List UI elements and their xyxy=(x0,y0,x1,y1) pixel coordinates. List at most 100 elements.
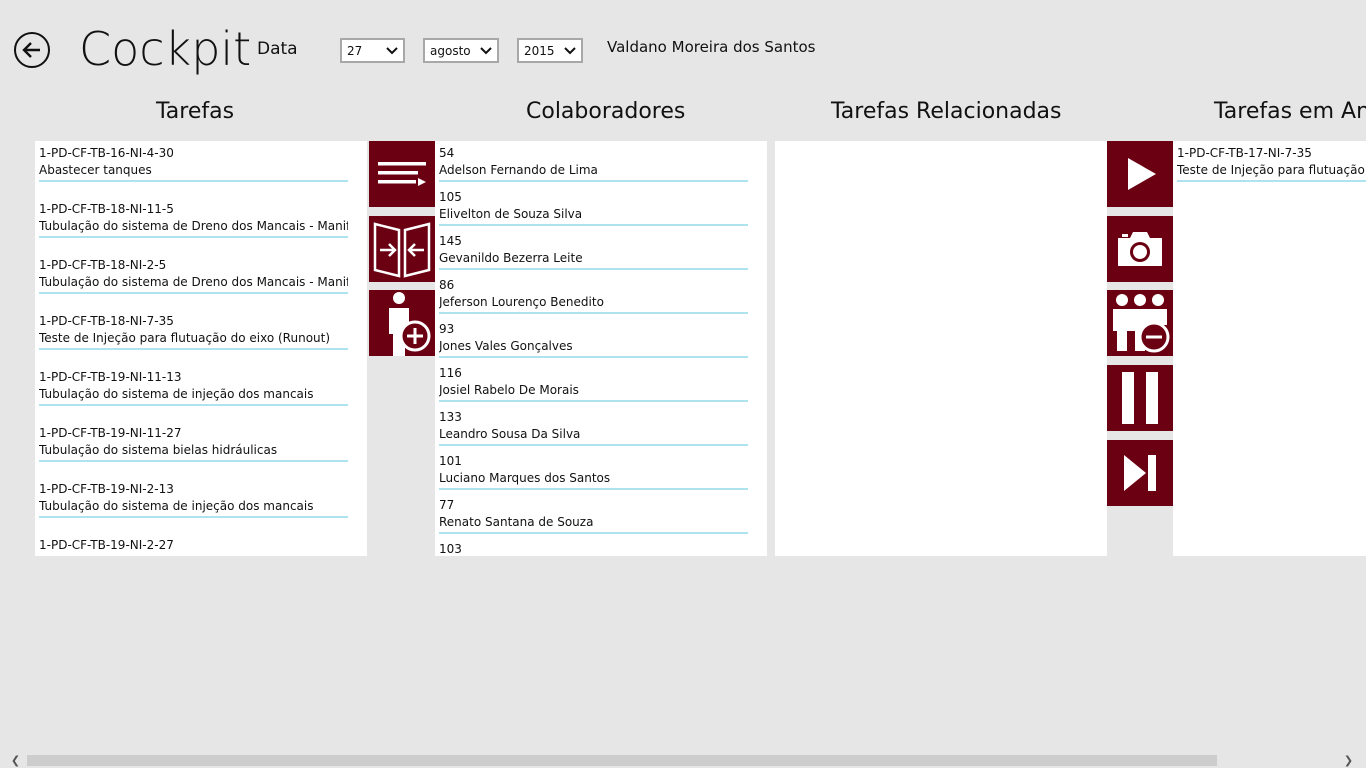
task-description xyxy=(39,554,348,556)
collaborator-name: Gevanildo Bezerra Leite xyxy=(439,251,583,265)
add-collaborator-button[interactable] xyxy=(369,290,435,356)
day-select[interactable]: 27 xyxy=(340,38,405,63)
task-description: Tubulação do sistema de Dreno dos Mancai… xyxy=(39,219,348,233)
collaborator-id: 77 xyxy=(439,498,455,512)
collaborator-id: 116 xyxy=(439,366,462,380)
task-details-button[interactable] xyxy=(369,141,435,207)
task-item[interactable]: 1-PD-CF-TB-19-NI-2-13 Tubulação do siste… xyxy=(39,481,348,518)
scrollbar-thumb[interactable] xyxy=(27,755,1217,766)
year-select-value: 2015 xyxy=(524,43,555,58)
divider xyxy=(439,488,748,490)
year-select[interactable]: 2015 xyxy=(517,38,583,63)
task-code: 1-PD-CF-TB-16-NI-4-30 xyxy=(39,146,174,160)
task-item[interactable]: 1-PD-CF-TB-18-NI-7-35 Teste de Injeção p… xyxy=(39,313,348,350)
colaboradores-list[interactable]: 54 Adelson Fernando de Lima 105 Elivelto… xyxy=(435,141,767,556)
collaborator-id: 54 xyxy=(439,146,455,160)
divider xyxy=(39,348,348,350)
month-select[interactable]: agosto xyxy=(423,38,499,63)
tarefas-list[interactable]: 1-PD-CF-TB-16-NI-4-30 Abastecer tanques … xyxy=(35,141,367,556)
collaborator-id: 145 xyxy=(439,234,462,248)
collaborator-name: Josiel Rabelo De Morais xyxy=(439,383,579,397)
collaborator-item[interactable]: 86 Jeferson Lourenço Benedito xyxy=(439,277,748,314)
merge-button[interactable] xyxy=(369,216,435,282)
divider xyxy=(439,444,748,446)
scroll-left-arrow-icon[interactable]: ❮ xyxy=(8,753,23,768)
divider xyxy=(39,516,348,518)
task-description: Tubulação do sistema de injeção dos manc… xyxy=(39,499,314,513)
collaborator-name: Leandro Sousa Da Silva xyxy=(439,427,581,441)
collaborator-item[interactable]: 116 Josiel Rabelo De Morais xyxy=(439,365,748,402)
task-description: Teste de Injeção para flutuação do eixo xyxy=(1177,163,1366,177)
divider xyxy=(439,180,748,182)
collaborator-name: Jones Vales Gonçalves xyxy=(439,339,573,353)
task-item[interactable]: 1-PD-CF-TB-19-NI-2-27 xyxy=(39,537,348,556)
chevron-down-icon xyxy=(564,47,576,55)
skip-next-button[interactable] xyxy=(1107,440,1173,506)
collaborator-item[interactable]: 145 Gevanildo Bezerra Leite xyxy=(439,233,748,270)
collaborator-name: Adelson Fernando de Lima xyxy=(439,163,598,177)
divider xyxy=(39,460,348,462)
task-description: Abastecer tanques xyxy=(39,163,152,177)
task-code: 1-PD-CF-TB-18-NI-7-35 xyxy=(39,314,174,328)
camera-button[interactable] xyxy=(1107,216,1173,282)
collaborator-name: Renato Santana de Souza xyxy=(439,515,594,529)
divider xyxy=(439,312,748,314)
divider xyxy=(39,292,348,294)
divider xyxy=(439,400,748,402)
collaborator-id: 103 xyxy=(439,542,462,556)
task-item[interactable]: 1-PD-CF-TB-19-NI-11-27 Tubulação do sist… xyxy=(39,425,348,462)
task-code: 1-PD-CF-TB-19-NI-11-13 xyxy=(39,370,182,384)
page-title: Cockpit xyxy=(79,22,252,76)
tarefas-em-andamento-list[interactable]: 1-PD-CF-TB-17-NI-7-35 Teste de Injeção p… xyxy=(1173,141,1366,556)
collaborator-id: 93 xyxy=(439,322,455,336)
chevron-down-icon xyxy=(480,47,492,55)
divider xyxy=(439,268,748,270)
collaborator-item[interactable]: 101 Luciano Marques dos Santos xyxy=(439,453,748,490)
divider xyxy=(39,180,348,182)
pause-button[interactable] xyxy=(1107,365,1173,431)
in-progress-task-item[interactable]: 1-PD-CF-TB-17-NI-7-35 Teste de Injeção p… xyxy=(1177,145,1366,182)
play-icon xyxy=(1128,158,1156,190)
collaborator-name: Elivelton de Souza Silva xyxy=(439,207,583,221)
collaborator-item[interactable]: 77 Renato Santana de Souza xyxy=(439,497,748,534)
details-icon xyxy=(378,162,426,186)
remove-group-icon xyxy=(1113,294,1170,353)
collaborator-id: 105 xyxy=(439,190,462,204)
collaborator-item[interactable]: 105 Elivelton de Souza Silva xyxy=(439,189,748,226)
play-button[interactable] xyxy=(1107,141,1173,207)
divider xyxy=(439,532,748,534)
divider xyxy=(439,356,748,358)
colaboradores-header: Colaboradores xyxy=(526,99,686,124)
merge-icon xyxy=(373,222,431,278)
task-description: Teste de Injeção para flutuação do eixo … xyxy=(39,331,331,345)
task-code: 1-PD-CF-TB-19-NI-11-27 xyxy=(39,426,182,440)
tarefas-relacionadas-list[interactable] xyxy=(775,141,1107,556)
collaborator-id: 101 xyxy=(439,454,462,468)
collaborator-item[interactable]: 93 Jones Vales Gonçalves xyxy=(439,321,748,358)
collaborator-name: Luciano Marques dos Santos xyxy=(439,471,611,485)
remove-collaborators-button[interactable] xyxy=(1107,290,1173,356)
collaborator-item[interactable]: 103 xyxy=(439,541,748,556)
month-select-value: agosto xyxy=(430,43,471,58)
scroll-right-arrow-icon[interactable]: ❯ xyxy=(1341,753,1356,768)
collaborator-item[interactable]: 133 Leandro Sousa Da Silva xyxy=(439,409,748,446)
divider xyxy=(1177,180,1366,182)
task-code: 1-PD-CF-TB-19-NI-2-13 xyxy=(39,482,174,496)
camera-icon xyxy=(1118,232,1162,266)
collaborator-id: 133 xyxy=(439,410,462,424)
skip-next-icon xyxy=(1124,455,1156,491)
horizontal-scrollbar[interactable]: ❮ ❯ xyxy=(0,753,1366,768)
task-item[interactable]: 1-PD-CF-TB-19-NI-11-13 Tubulação do sist… xyxy=(39,369,348,406)
task-description: Tubulação do sistema bielas hidráulicas xyxy=(39,443,278,457)
collaborator-name: Jeferson Lourenço Benedito xyxy=(439,295,604,309)
collaborator-item[interactable]: 54 Adelson Fernando de Lima xyxy=(439,145,748,182)
task-item[interactable]: 1-PD-CF-TB-18-NI-11-5 Tubulação do siste… xyxy=(39,201,348,238)
collaborator-id: 86 xyxy=(439,278,455,292)
day-select-value: 27 xyxy=(347,43,363,58)
back-button[interactable] xyxy=(14,32,50,68)
date-label: Data xyxy=(257,39,298,59)
arrow-left-icon xyxy=(22,42,40,58)
chevron-down-icon xyxy=(386,47,398,55)
task-item[interactable]: 1-PD-CF-TB-16-NI-4-30 Abastecer tanques xyxy=(39,145,348,182)
task-item[interactable]: 1-PD-CF-TB-18-NI-2-5 Tubulação do sistem… xyxy=(39,257,348,294)
